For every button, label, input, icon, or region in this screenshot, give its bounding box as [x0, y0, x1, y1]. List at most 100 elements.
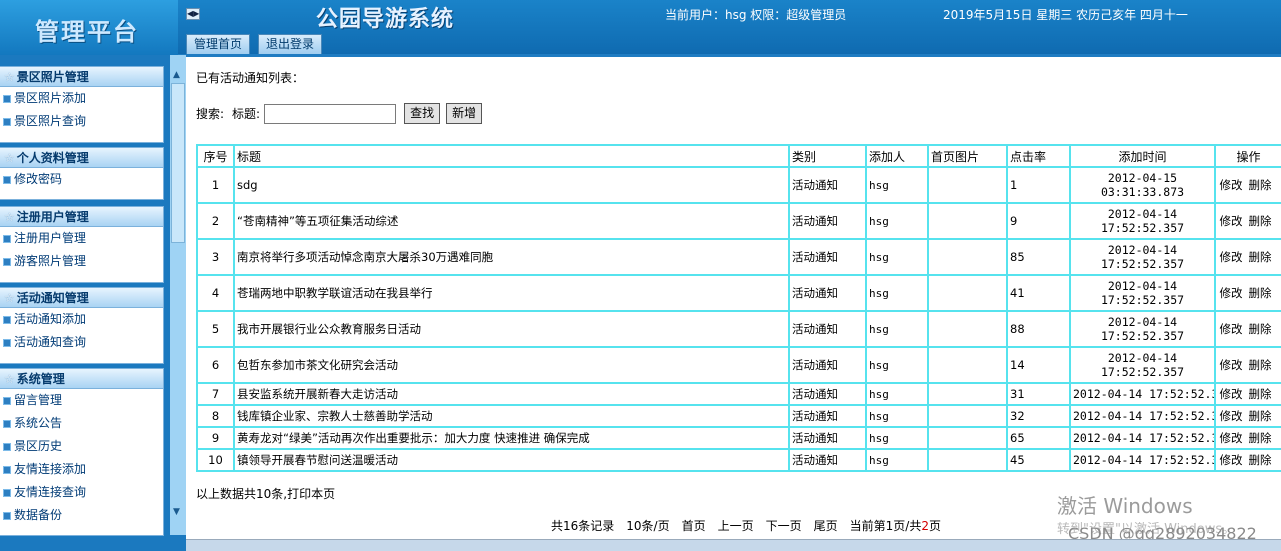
delete-link[interactable]: 删除 — [1249, 387, 1272, 401]
row-added-time: 2012-04-14 17:52:52.34 — [1069, 426, 1216, 450]
delete-link[interactable]: 删除 — [1249, 431, 1272, 445]
bullet-icon — [3, 258, 11, 266]
total-pages: 2 — [921, 519, 929, 533]
menu-item-scenic-photo-query[interactable]: 景区照片查询 — [0, 110, 163, 133]
menu-item-messages[interactable]: 留言管理 — [0, 389, 163, 412]
bullet-icon — [3, 443, 11, 451]
menu-item-link-query[interactable]: 友情连接查询 — [0, 481, 163, 504]
last-page-link[interactable]: 尾页 — [814, 517, 838, 534]
row-number: 4 — [196, 274, 235, 312]
row-added-date: 2012-04-14 — [1107, 243, 1178, 257]
row-added-time: 2012-04-14 17:52:52.34 — [1069, 448, 1216, 472]
row-actions: 修改 删除 — [1214, 310, 1281, 348]
row-author: hsg — [865, 310, 929, 348]
edit-link[interactable]: 修改 — [1220, 286, 1243, 300]
row-author: hsg — [865, 166, 929, 204]
row-title: sdg — [233, 166, 790, 204]
edit-link[interactable]: 修改 — [1220, 250, 1243, 264]
delete-link[interactable]: 删除 — [1249, 322, 1272, 336]
delete-link[interactable]: 删除 — [1249, 214, 1272, 228]
menu-item-change-password[interactable]: 修改密码 — [0, 168, 163, 191]
menu-item-label: 友情连接查询 — [14, 485, 87, 499]
menu-item-visitor-photos[interactable]: 游客照片管理 — [0, 250, 163, 273]
row-actions: 修改 删除 — [1214, 448, 1281, 472]
edit-link[interactable]: 修改 — [1220, 322, 1243, 336]
edit-link[interactable]: 修改 — [1220, 178, 1243, 192]
edit-link[interactable]: 修改 — [1220, 409, 1243, 423]
scroll-down-icon[interactable]: ▼ — [173, 507, 180, 517]
next-page-link[interactable]: 下一页 — [766, 517, 802, 534]
row-type: 活动通知 — [788, 166, 867, 204]
row-clicks: 65 — [1006, 426, 1071, 450]
sidebar-scrollbar[interactable]: ▲ ▼ — [170, 55, 186, 535]
row-number: 3 — [196, 238, 235, 276]
horizontal-scrollbar[interactable] — [186, 539, 1281, 551]
scroll-up-icon[interactable]: ▲ — [173, 70, 180, 80]
menu-group-title: 活动通知管理 — [16, 291, 89, 305]
row-added-clock: 17:52:52.357 — [1100, 257, 1185, 271]
bullet-icon — [3, 118, 11, 126]
delete-link[interactable]: 删除 — [1249, 178, 1272, 192]
search-button[interactable]: 查找 — [404, 103, 441, 124]
tab-admin-home[interactable]: 管理首页 — [186, 34, 251, 54]
row-author: hsg — [865, 426, 929, 450]
star-icon: ☆ — [4, 151, 15, 165]
delete-link[interactable]: 删除 — [1249, 250, 1272, 264]
prev-page-link[interactable]: 上一页 — [718, 517, 754, 534]
menu-group-header[interactable]: ☆ 活动通知管理 — [0, 288, 163, 308]
row-title: 我市开展银行业公众教育服务日活动 — [233, 310, 790, 348]
delete-link[interactable]: 删除 — [1249, 453, 1272, 467]
row-author: hsg — [865, 346, 929, 384]
bullet-icon — [3, 420, 11, 428]
star-icon: ☆ — [4, 291, 15, 305]
search-label: 搜索: — [196, 107, 225, 121]
menu-item-label: 注册用户管理 — [14, 231, 87, 245]
menu-item-label: 友情连接添加 — [14, 462, 87, 476]
table-row: 2 “苍南精神”等五项征集活动综述 活动通知 hsg 9 2012-04-14 17:52:… — [196, 202, 1281, 240]
menu-item-label: 数据备份 — [14, 508, 63, 522]
row-clicks: 85 — [1006, 238, 1071, 276]
edit-link[interactable]: 修改 — [1220, 358, 1243, 372]
menu-item-scenic-history[interactable]: 景区历史 — [0, 435, 163, 458]
delete-link[interactable]: 删除 — [1249, 358, 1272, 372]
edit-link[interactable]: 修改 — [1220, 453, 1243, 467]
menu-item-activity-add[interactable]: 活动通知添加 — [0, 308, 163, 331]
add-button[interactable]: 新增 — [446, 103, 483, 124]
record-count: 共16条记录 — [551, 519, 615, 533]
row-actions: 修改 删除 — [1214, 274, 1281, 312]
menu-item-user-manage[interactable]: 注册用户管理 — [0, 227, 163, 250]
menu-item-label: 留言管理 — [14, 393, 63, 407]
table-header: 序号 标题 类别 添加人 首页图片 点击率 添加时间 操作 — [196, 144, 1281, 168]
menu-item-label: 景区照片添加 — [14, 91, 87, 105]
edit-link[interactable]: 修改 — [1220, 387, 1243, 401]
col-header: 序号 — [196, 144, 235, 168]
current-page-suffix: 页 — [929, 519, 942, 533]
current-page-info: 当前第1页/共2页 — [850, 517, 941, 534]
first-page-link[interactable]: 首页 — [682, 517, 706, 534]
menu-item-announcements[interactable]: 系统公告 — [0, 412, 163, 435]
menu-group-header[interactable]: ☆ 景区照片管理 — [0, 67, 163, 87]
search-input[interactable] — [264, 103, 397, 124]
edit-link[interactable]: 修改 — [1220, 214, 1243, 228]
delete-link[interactable]: 删除 — [1249, 409, 1272, 423]
row-added-time: 2012-04-14 17:52:52.34 — [1069, 382, 1216, 406]
scroll-thumb[interactable] — [171, 83, 185, 243]
menu-item-activity-query[interactable]: 活动通知查询 — [0, 331, 163, 354]
menu-group-header[interactable]: ☆ 注册用户管理 — [0, 207, 163, 227]
menu-item-scenic-photo-add[interactable]: 景区照片添加 — [0, 87, 163, 110]
row-type: 活动通知 — [788, 202, 867, 240]
row-type: 活动通知 — [788, 448, 867, 472]
menu-item-data-backup[interactable]: 数据备份 — [0, 504, 163, 527]
edit-link[interactable]: 修改 — [1220, 431, 1243, 445]
menu-item-link-add[interactable]: 友情连接添加 — [0, 458, 163, 481]
logo-area: 管理平台 — [0, 0, 178, 55]
table-row: 9 黄寿龙对“绿美”活动再次作出重要批示：加大力度 快速推进 确保完成 活动通知 hs… — [196, 426, 1281, 450]
collapse-sidebar-icon[interactable]: ◀▶ — [186, 8, 200, 20]
menu-group-header[interactable]: ☆ 个人资料管理 — [0, 148, 163, 168]
table-row: 1 sdg 活动通知 hsg 1 2012-04-15 03:31:33.873 修改 删除 — [196, 166, 1281, 204]
tab-logout[interactable]: 退出登录 — [258, 34, 323, 54]
main-content: 已有活动通知列表： 搜索: 标题: 查找 新增 序号 标题 类别 添加人 首页图… — [186, 57, 1281, 551]
row-author: hsg — [865, 448, 929, 472]
menu-group-header[interactable]: ☆ 系统管理 — [0, 369, 163, 389]
delete-link[interactable]: 删除 — [1249, 286, 1272, 300]
